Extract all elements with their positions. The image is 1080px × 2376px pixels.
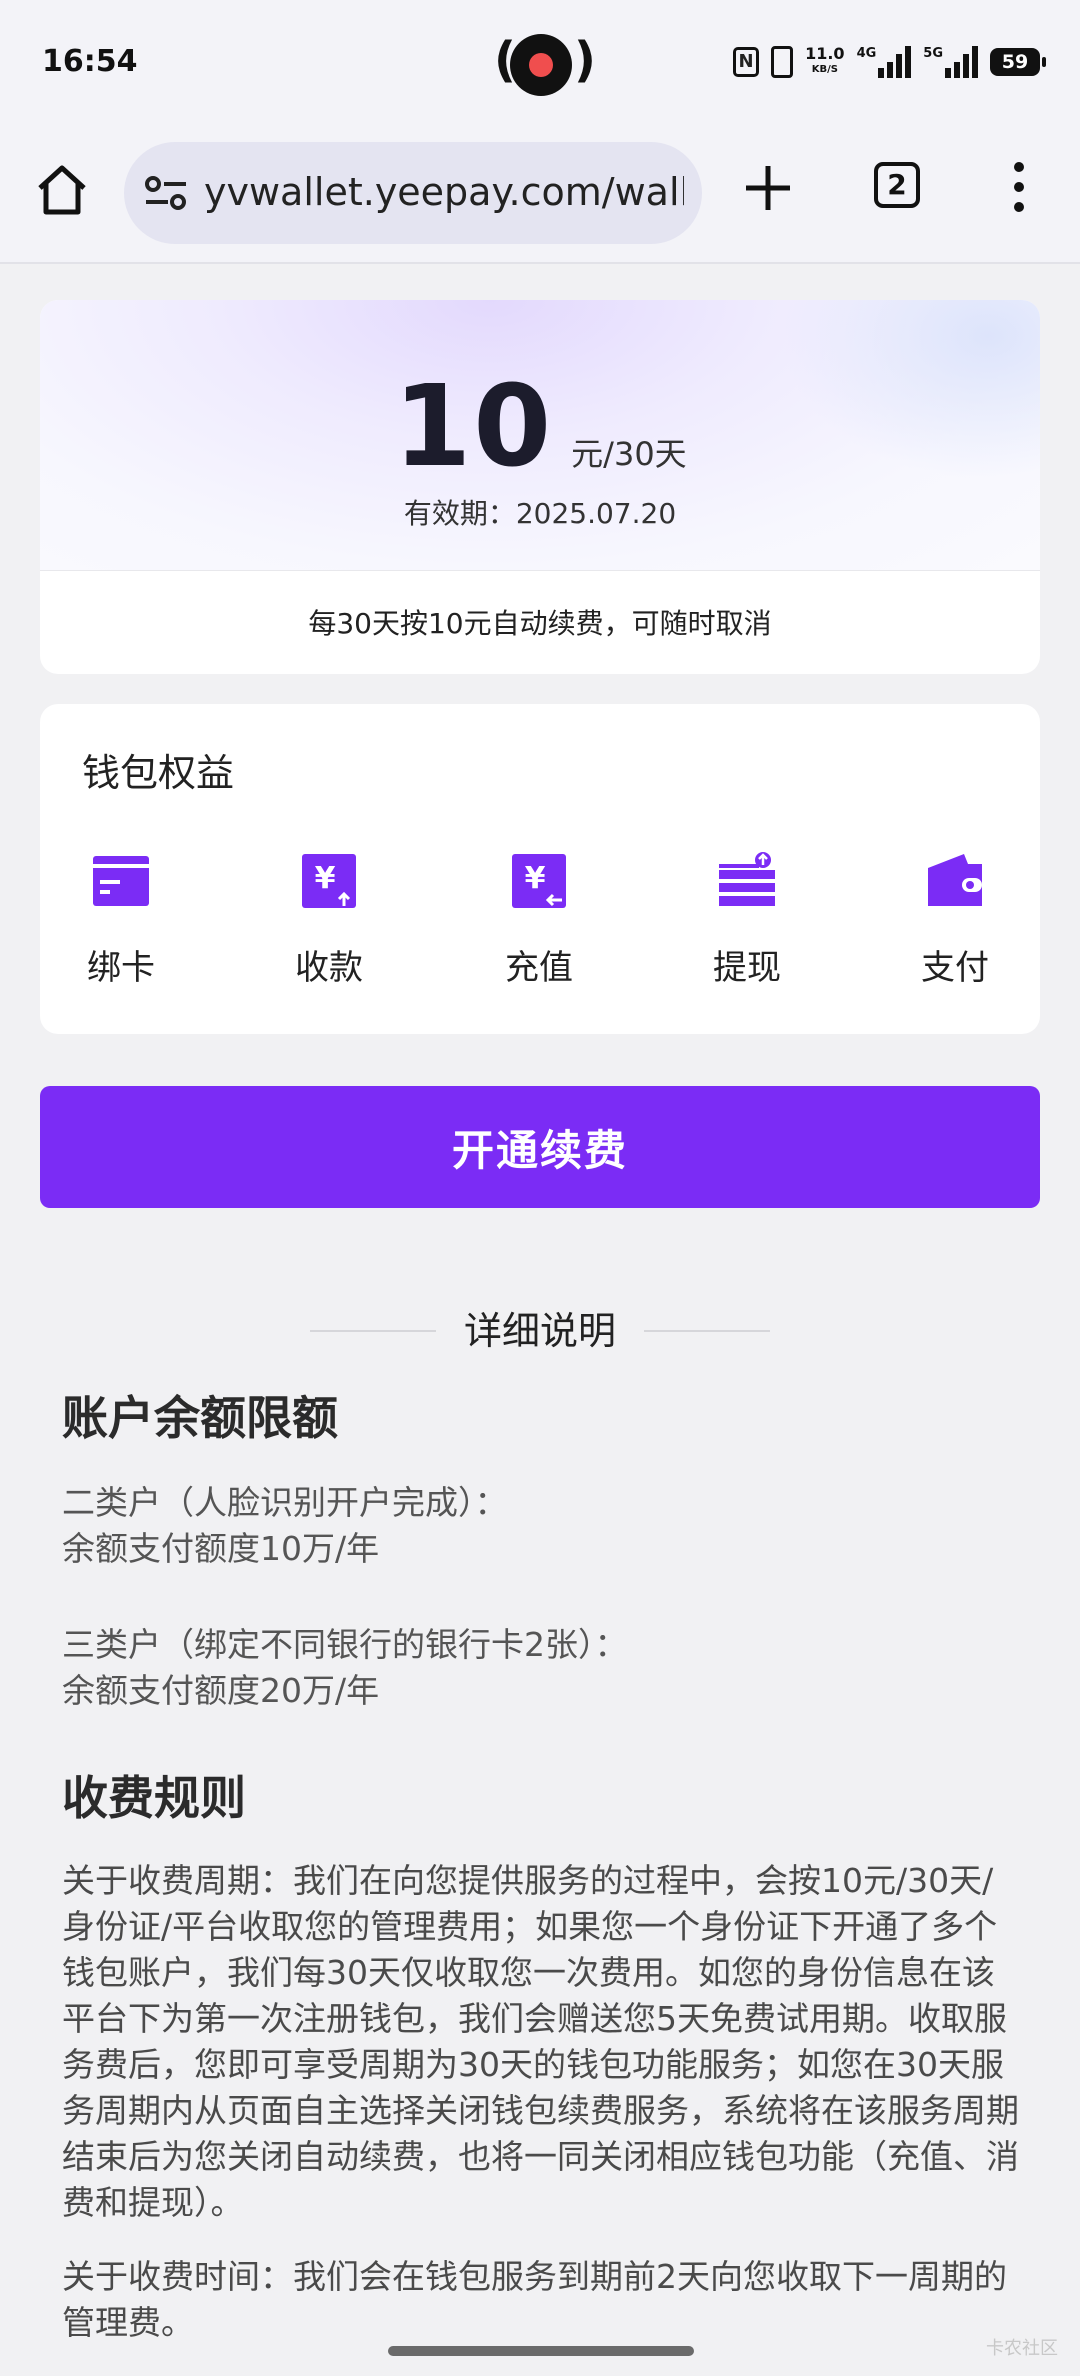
bind-card-icon: [93, 856, 149, 906]
fee-rules-title: 收费规则: [62, 1771, 246, 1825]
url-text[interactable]: yvwallet.yeepay.com/wallet: [204, 170, 684, 214]
recharge-icon: ¥: [512, 854, 566, 908]
screen-recording-icon[interactable]: ( ): [494, 30, 596, 98]
price-card: 10 元/30天 有效期：2025.07.20 每30天按10元自动续费，可随时取…: [40, 300, 1040, 674]
network-speed: 11.0 KB/S: [805, 44, 845, 76]
benefit-recharge[interactable]: ¥ 充值: [474, 850, 604, 989]
price-amount: 10: [393, 362, 554, 492]
wallet-benefits-card: 钱包权益 绑卡 ¥ 收款 ¥ 充值 提现 支付: [40, 704, 1040, 1034]
site-settings-icon[interactable]: [144, 176, 188, 210]
home-icon[interactable]: [30, 158, 94, 222]
status-icons: N 11.0 KB/S 4G 5G 59: [733, 42, 1046, 82]
signal-4g-icon: 4G: [857, 46, 912, 78]
class3-account-line2: 余额支付额度20万/年: [62, 1671, 380, 1710]
class2-account-line2: 余额支付额度10万/年: [62, 1529, 380, 1568]
balance-limit-title: 账户余额限额: [62, 1391, 338, 1445]
nfc-icon: N: [733, 47, 760, 77]
class3-account-line1: 三类户（绑定不同银行的银行卡2张）：: [62, 1625, 628, 1664]
watermark: 卡农社区: [986, 2338, 1058, 2359]
browser-toolbar: yvwallet.yeepay.com/wallet 2: [0, 130, 1080, 264]
status-time: 16:54: [42, 44, 138, 79]
wallet-pay-icon: [928, 854, 982, 906]
more-vert-icon[interactable]: [1004, 156, 1034, 220]
benefits-title: 钱包权益: [82, 751, 235, 795]
fee-period-paragraph: 关于收费周期：我们在向您提供服务的过程中，会按10元/30天/身份证/平台收取您…: [62, 1861, 1019, 2222]
auto-renew-note: 每30天按10元自动续费，可随时取消: [308, 607, 772, 640]
url-bar[interactable]: yvwallet.yeepay.com/wallet: [124, 142, 702, 244]
battery-icon: 59: [990, 48, 1046, 76]
benefit-pay[interactable]: 支付: [890, 850, 1020, 989]
class2-account-line1: 二类户（人脸识别开户完成）：: [62, 1483, 508, 1522]
home-indicator[interactable]: [388, 2346, 694, 2356]
benefit-bind-card[interactable]: 绑卡: [56, 850, 186, 989]
status-bar: 16:54 ( ) N 11.0 KB/S 4G 5G 59: [0, 0, 1080, 130]
signal-5g-icon: 5G: [923, 46, 978, 78]
open-renewal-button[interactable]: 开通续费: [40, 1086, 1040, 1208]
benefit-withdraw[interactable]: 提现: [682, 850, 812, 989]
svg-text:¥: ¥: [315, 861, 336, 896]
divider: [40, 570, 1040, 571]
withdraw-icon: [719, 852, 775, 906]
details-heading: 详细说明: [0, 1300, 1080, 1355]
validity-date: 有效期：2025.07.20: [403, 497, 677, 530]
plus-icon[interactable]: [740, 160, 796, 216]
tabs-icon[interactable]: 2: [874, 162, 920, 208]
benefit-receive[interactable]: ¥ 收款: [264, 850, 394, 989]
svg-text:¥: ¥: [525, 861, 546, 896]
fee-time-paragraph: 关于收费时间：我们会在钱包服务到期前2天向您收取下一周期的管理费。: [62, 2257, 1007, 2342]
vibrate-icon: [771, 46, 794, 78]
price: 10 元/30天: [40, 362, 1040, 492]
receive-money-icon: ¥: [302, 854, 356, 908]
price-unit: 元/30天: [571, 435, 687, 473]
